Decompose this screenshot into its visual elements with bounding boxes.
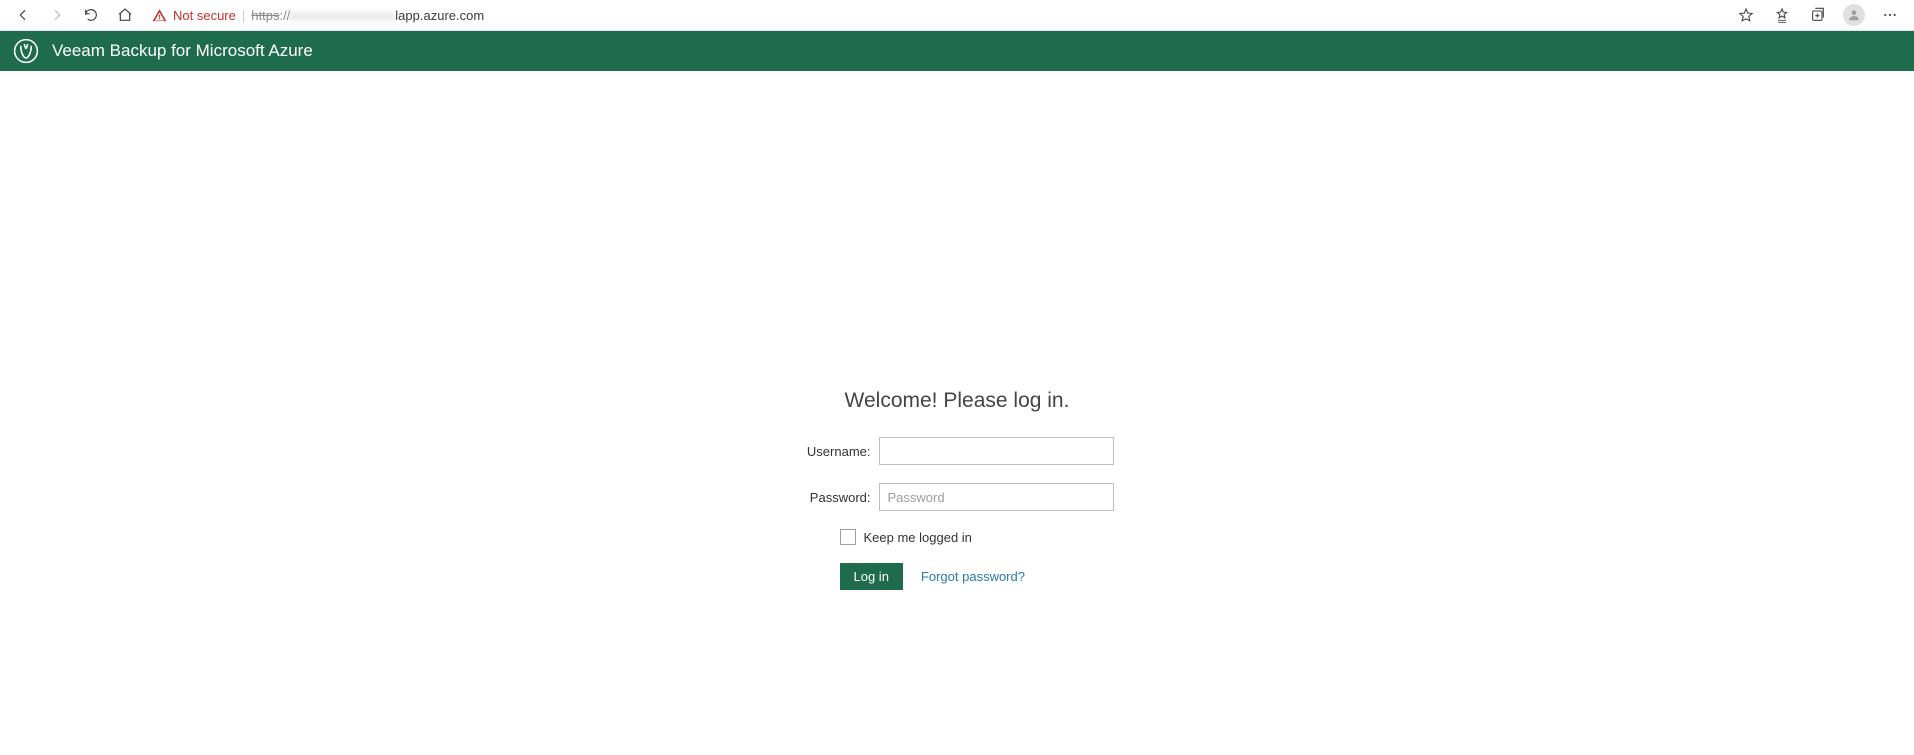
app-header: Veeam Backup for Microsoft Azure — [0, 31, 1914, 71]
password-label: Password: — [801, 490, 871, 505]
refresh-button[interactable] — [74, 0, 108, 31]
app-title: Veeam Backup for Microsoft Azure — [52, 41, 313, 61]
back-button[interactable] — [6, 0, 40, 31]
app-logo-icon — [12, 37, 40, 65]
username-row: Username: — [801, 437, 1114, 465]
browser-right-controls — [1728, 0, 1908, 31]
forgot-password-link[interactable]: Forgot password? — [921, 569, 1025, 584]
separator: | — [242, 8, 245, 23]
address-bar[interactable]: Not secure | https://xxxxxxxxxxxxxxlapp.… — [148, 1, 1722, 29]
welcome-heading: Welcome! Please log in. — [845, 389, 1070, 413]
security-label: Not secure — [173, 8, 236, 23]
warning-icon — [152, 8, 167, 23]
home-button[interactable] — [108, 0, 142, 31]
favorites-list-icon[interactable] — [1764, 0, 1800, 31]
profile-avatar[interactable] — [1836, 0, 1872, 31]
password-input[interactable] — [879, 483, 1114, 511]
login-button[interactable]: Log in — [840, 563, 903, 590]
username-label: Username: — [801, 444, 871, 459]
keep-logged-row: Keep me logged in — [840, 529, 1153, 545]
collections-icon[interactable] — [1800, 0, 1836, 31]
url-display: https://xxxxxxxxxxxxxxlapp.azure.com — [251, 8, 484, 23]
login-panel: Welcome! Please log in. Username: Passwo… — [0, 71, 1914, 590]
keep-logged-label: Keep me logged in — [864, 530, 972, 545]
more-icon[interactable] — [1872, 0, 1908, 31]
password-row: Password: — [801, 483, 1114, 511]
login-actions: Log in Forgot password? — [840, 563, 1153, 590]
favorite-icon[interactable] — [1728, 0, 1764, 31]
browser-toolbar: Not secure | https://xxxxxxxxxxxxxxlapp.… — [0, 0, 1914, 31]
forward-button[interactable] — [40, 0, 74, 31]
keep-logged-checkbox[interactable] — [840, 529, 856, 545]
username-input[interactable] — [879, 437, 1114, 465]
